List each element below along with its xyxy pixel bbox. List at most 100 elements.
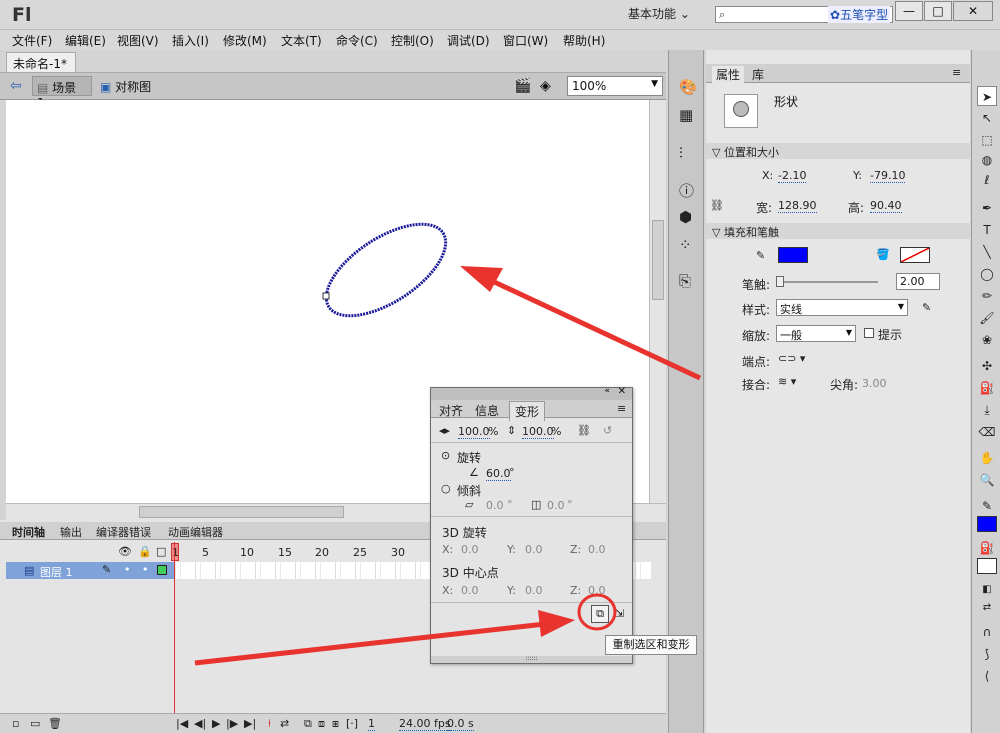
skew-h-value[interactable]: 0.0 <box>486 499 504 512</box>
menu-insert[interactable]: 插入(I) <box>172 32 209 49</box>
y-value[interactable]: -79.10 <box>870 169 906 183</box>
document-tab[interactable]: 未命名-1* × <box>6 52 76 86</box>
scene-breadcrumb[interactable]: ▤ 场景 1 <box>32 76 92 110</box>
edit-scene-icon[interactable]: 🎬 <box>514 78 531 94</box>
center-3d-x-value[interactable]: 0.0 <box>461 584 479 597</box>
tab-timeline[interactable]: 时间轴 <box>12 524 45 540</box>
section-position-size[interactable]: ▽ 位置和大小 <box>706 143 970 159</box>
delete-layer-icon[interactable]: 🗑 <box>48 717 62 730</box>
bone-tool-icon[interactable]: ✣ <box>977 356 997 376</box>
symbol-breadcrumb[interactable]: ▣ 对称图 <box>100 78 151 95</box>
new-layer-icon[interactable]: ▫ <box>12 717 19 730</box>
edit-style-pencil-icon[interactable]: ✎ <box>922 301 931 314</box>
tab-properties[interactable]: 属性 <box>712 66 745 83</box>
pen-tool-icon[interactable]: ✒ <box>977 198 997 218</box>
menu-help[interactable]: 帮助(H) <box>563 32 605 49</box>
panel-resize-grip[interactable]: :::::: <box>431 656 632 663</box>
subselection-tool-icon[interactable]: ↖ <box>977 108 997 128</box>
info-panel-icon[interactable]: ⓘ <box>679 180 694 201</box>
last-frame-icon[interactable]: ▶| <box>244 717 256 730</box>
lock-dot[interactable]: • <box>142 563 149 576</box>
link-icon[interactable]: ⛓ <box>710 199 724 212</box>
center-3d-y-value[interactable]: 0.0 <box>525 584 543 597</box>
reset-icon[interactable]: ↺ <box>603 424 612 437</box>
current-frame-value[interactable]: 1 <box>368 717 375 731</box>
scale-width-value[interactable]: 100.0 <box>458 425 490 439</box>
edit-symbol-icon[interactable]: ◈ <box>540 78 551 94</box>
tab-align[interactable]: 对齐 <box>439 402 463 419</box>
hand-tool-icon[interactable]: ✋ <box>977 448 997 468</box>
text-tool-icon[interactable]: T <box>977 220 997 240</box>
x-value[interactable]: -2.10 <box>778 169 807 183</box>
rotate-value[interactable]: 60.0 <box>486 467 511 481</box>
workspace-switcher[interactable]: 基本功能 ⌄ <box>628 0 706 30</box>
first-frame-icon[interactable]: |◀ <box>176 717 188 730</box>
stroke-width-input[interactable]: 2.00 <box>896 273 940 290</box>
cap-style-select[interactable]: ⊂⊃ ▾ <box>778 352 805 365</box>
tab-transform[interactable]: 变形 <box>509 401 546 421</box>
stage-vertical-scrollbar[interactable] <box>649 100 666 503</box>
menu-view[interactable]: 视图(V) <box>117 32 159 49</box>
menu-edit[interactable]: 编辑(E) <box>65 32 106 49</box>
collapse-icon[interactable]: « <box>604 386 610 396</box>
menu-modify[interactable]: 修改(M) <box>223 32 267 49</box>
3d-rotation-tool-icon[interactable]: ◍ <box>977 150 997 170</box>
shape-handle[interactable] <box>322 292 330 300</box>
edit-multiple-icon[interactable]: ⧆ <box>332 717 339 731</box>
selected-ellipse[interactable] <box>312 206 461 334</box>
rotate-3d-x-value[interactable]: 0.0 <box>461 543 479 556</box>
eraser-tool-icon[interactable]: ⌫ <box>977 422 997 442</box>
width-value[interactable]: 128.90 <box>778 199 817 213</box>
straighten-icon[interactable]: ⟨ <box>977 666 997 686</box>
default-colors-icon[interactable]: ◧ <box>977 580 997 600</box>
line-tool-icon[interactable]: ╲ <box>977 242 997 262</box>
minimize-button[interactable]: — <box>895 1 923 21</box>
project-panel-icon[interactable]: ⎘ <box>679 272 691 290</box>
tab-output[interactable]: 输出 <box>60 524 82 540</box>
duplicate-transform-button[interactable]: ⧉ <box>591 605 609 623</box>
scale-select[interactable]: 一般 ▼ <box>776 325 856 342</box>
lasso-tool-icon[interactable]: ℓ <box>977 170 997 190</box>
stroke-color-tool-swatch[interactable] <box>977 516 997 532</box>
menu-debug[interactable]: 调试(D) <box>447 32 490 49</box>
outline-icon[interactable]: □ <box>156 545 166 558</box>
scale-height-value[interactable]: 100.0 <box>522 425 554 439</box>
layer-name[interactable]: 图层 1 <box>40 564 73 580</box>
brush-tool-icon[interactable]: 🖌 <box>977 308 997 328</box>
smooth-icon[interactable]: ⟆ <box>977 644 997 664</box>
tab-compiler-errors[interactable]: 编译器错误 <box>96 524 151 540</box>
next-frame-icon[interactable]: |▶ <box>226 717 238 730</box>
height-value[interactable]: 90.40 <box>870 199 902 213</box>
tab-motion-editor[interactable]: 动画编辑器 <box>168 524 223 540</box>
onion-markers-icon[interactable]: [·] <box>346 717 358 730</box>
new-folder-icon[interactable]: ▭ <box>30 717 40 730</box>
zoom-tool-icon[interactable]: 🔍 <box>977 470 997 490</box>
menu-window[interactable]: 窗口(W) <box>503 32 548 49</box>
paint-bucket-tool-icon[interactable]: ⛽ <box>977 378 997 398</box>
tab-library[interactable]: 库 <box>752 66 764 83</box>
menu-text[interactable]: 文本(T) <box>281 32 322 49</box>
stroke-slider-track[interactable] <box>778 281 878 283</box>
menu-commands[interactable]: 命令(C) <box>336 32 378 49</box>
color-panel-icon[interactable]: 🎨 <box>679 78 698 96</box>
skew-v-value[interactable]: 0.0 <box>547 499 565 512</box>
layer-color-swatch[interactable] <box>157 565 167 575</box>
fill-color-swatch[interactable] <box>900 247 930 263</box>
panel-drag-bar[interactable]: « ✕ <box>431 386 632 400</box>
onion-skin-icon[interactable]: ⧉ <box>304 717 312 731</box>
selection-tool-icon[interactable]: ➤ <box>977 86 997 106</box>
snap-magnet-icon[interactable]: ∩ <box>977 622 997 642</box>
center-frame-icon[interactable]: ⍿ <box>268 717 271 731</box>
panel-close-icon[interactable]: ✕ <box>618 386 626 397</box>
eye-icon[interactable]: 👁 <box>118 545 132 558</box>
align-panel-icon[interactable]: ⫶ <box>679 144 683 162</box>
fill-color-tool-swatch[interactable] <box>977 558 997 574</box>
onion-outline-icon[interactable]: ⧈ <box>318 717 325 731</box>
remove-transform-button[interactable]: ⇲ <box>615 607 624 620</box>
center-3d-z-value[interactable]: 0.0 <box>588 584 606 597</box>
back-arrow-icon[interactable]: ⇦ <box>10 78 22 94</box>
components-panel-icon[interactable]: ⬢ <box>679 208 692 226</box>
panel-menu-icon[interactable]: ≡ <box>617 402 626 415</box>
vscroll-thumb[interactable] <box>652 220 664 300</box>
stroke-style-select[interactable]: 实线 ▼ <box>776 299 908 316</box>
